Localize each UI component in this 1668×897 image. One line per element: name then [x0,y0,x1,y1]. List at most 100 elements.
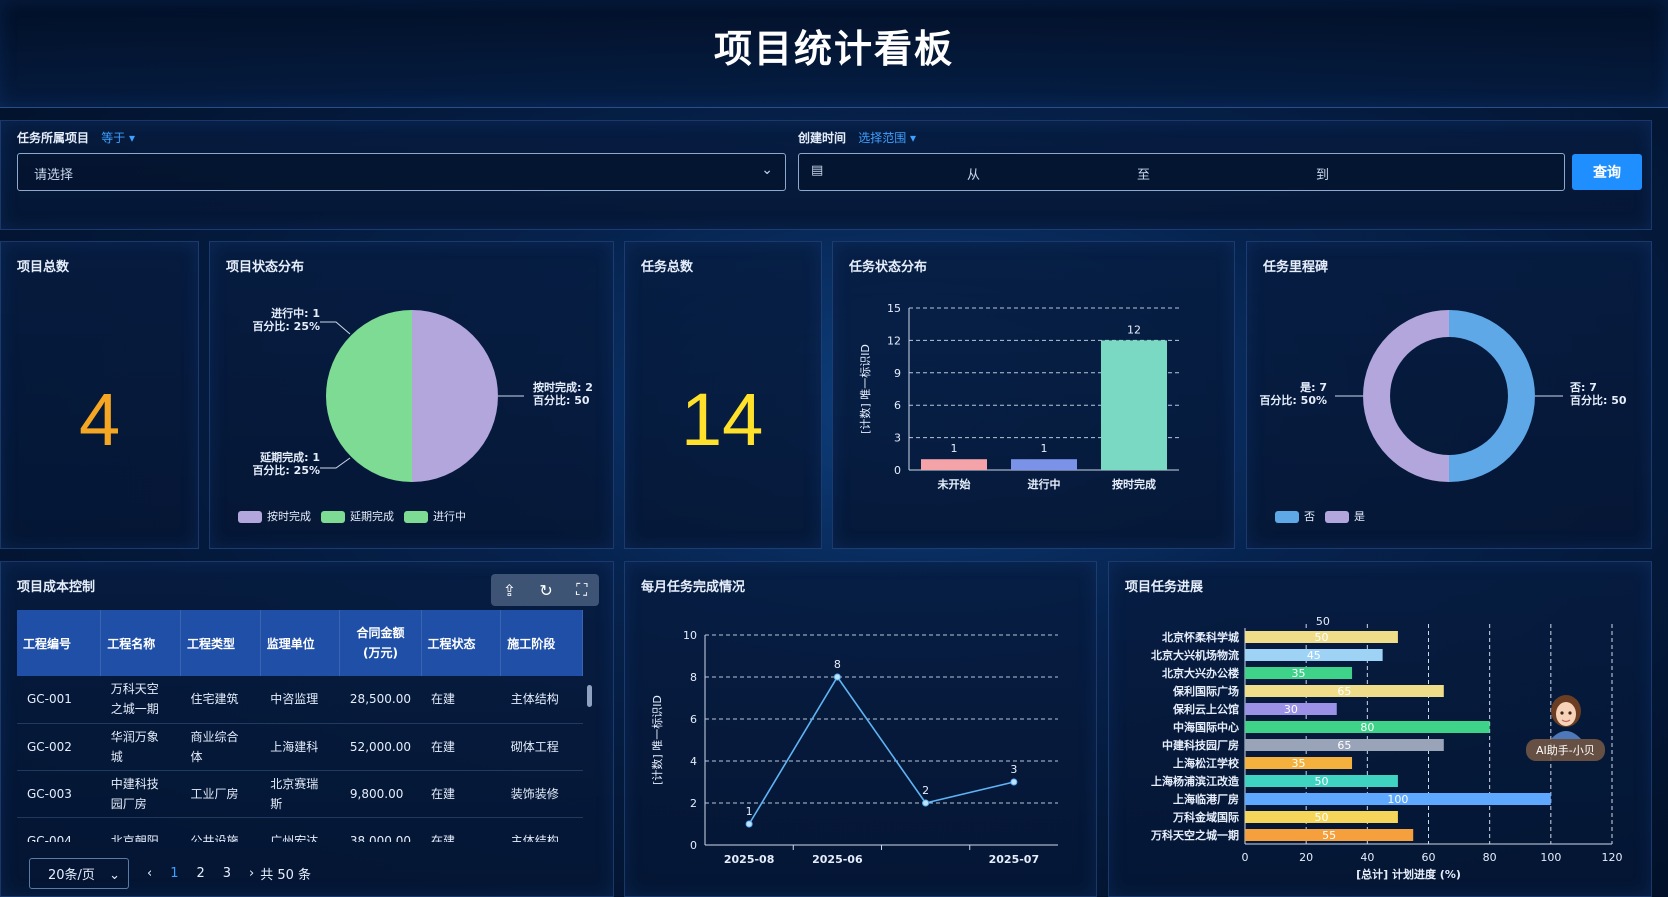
cell-name-line2: 之城一期 [110,702,159,717]
col-header-type[interactable]: 工程类型 [180,610,261,676]
range-start[interactable]: 从 [967,164,980,183]
pie-slice-on-time[interactable] [412,310,498,482]
cell-stage: 装饰装修 [500,770,583,818]
label-line [320,321,351,335]
legend-item-no[interactable]: 否 [1275,508,1315,524]
cell-supervisor: 中咨监理 [260,676,340,724]
project-total-card: 项目总数 4 [0,241,199,549]
col-header-supervisor[interactable]: 监理单位 [260,610,341,676]
cost-control-title: 项目成本控制 [17,580,96,595]
time-filter-operator[interactable]: 选择范围 ▾ [858,131,916,145]
cost-table-wrapper: 工程编号 工程名称 工程类型 监理单位 合同金额 (万元) 工程状态 施工阶段 G… [17,610,599,842]
refresh-icon[interactable]: ↻ [539,581,552,600]
table-row[interactable]: GC-002 华润万象城 商业综合体 上海建科 52,000.00 在建 砌体工… [17,723,583,771]
range-separator: 至 [1137,168,1151,183]
bar-value-label: 35 [1292,667,1306,680]
data-point [833,673,841,681]
legend-item-delayed[interactable]: 延期完成 [321,508,394,524]
cell-name-line1: 中建科技 [110,776,159,791]
project-total-value: 4 [79,378,121,461]
x-tick-label: 2025-06 [812,853,863,866]
prev-page-icon[interactable]: ‹ [147,866,152,881]
export-icon[interactable]: ⇪ [503,581,516,600]
x-tick-label: 40 [1360,851,1374,864]
y-tick-label: 万科金域国际 [1172,810,1239,824]
table-row[interactable]: GC-001 万科天空 之城一期 住宅建筑 中咨监理 28,500.00 在建 主… [17,676,583,724]
page-3[interactable]: 3 [223,866,231,881]
date-range-picker[interactable]: ▤ 从 至 到 [798,153,1565,191]
col-header-stage[interactable]: 施工阶段 [500,610,583,676]
cost-table: 工程编号 工程名称 工程类型 监理单位 合同金额 (万元) 工程状态 施工阶段 G… [17,610,583,842]
y-tick-label: 2 [690,797,697,810]
legend-label: 延期完成 [350,510,394,523]
legend-item-on-time[interactable]: 按时完成 [238,508,311,524]
x-tick-label: 120 [1602,851,1623,864]
assistant-avatar[interactable] [1545,693,1587,739]
y-tick-label: 3 [894,432,901,445]
project-filter-operator[interactable]: 等于 ▾ [101,131,135,145]
header-bar: 项目统计看板 [0,0,1668,108]
legend-swatch [1275,511,1299,523]
y-tick-label: 0 [894,464,901,477]
legend-label: 是 [1354,510,1365,523]
y-tick-label: 12 [887,334,901,347]
table-scrollbar[interactable] [587,685,592,707]
y-tick-label: 6 [894,399,901,412]
cell-id: GC-001 [17,676,101,724]
pagination: 20条/页 ⌄ ‹ 1 2 3 › 共 50 条 [29,858,311,889]
query-button[interactable]: 查询 [1572,154,1642,190]
data-label: 2 [922,784,929,797]
cell-stage: 主体结构 [500,817,583,842]
caret-down-icon: ▾ [129,131,136,145]
col-header-amount-line2: (万元) [362,646,398,660]
table-row[interactable]: GC-003 中建科技 园厂房 工业厂房 北京赛瑞斯 9,800.00 在建 装饰… [17,770,583,818]
project-total-title: 项目总数 [17,260,70,275]
page-1[interactable]: 1 [170,866,178,881]
project-filter-label-text: 任务所属项目 [17,131,90,145]
page-2[interactable]: 2 [196,866,204,881]
assistant-button[interactable]: AI助手-小贝 [1526,739,1605,761]
next-page-icon[interactable]: › [249,866,254,881]
table-row[interactable]: GC-004 北京朝阳 公共设施 广州宏达 38,000.00 在建 主体结构 [17,817,583,842]
col-header-amount[interactable]: 合同金额 (万元) [339,610,422,676]
y-tick-label: 上海临港厂房 [1173,792,1239,806]
legend-swatch [404,511,428,523]
range-end[interactable]: 到 [1316,164,1329,183]
total-count: 共 50 条 [260,868,312,883]
task-status-bar-chart: 0 3 6 9 12 15 [计数] 唯一标识ID 1 未开始 1 进行中 12 按时完成 [858,302,1179,491]
legend-item-in-progress[interactable]: 进行中 [404,508,466,524]
pie-slice-in-progress[interactable] [326,310,412,396]
monthly-line-chart: 0 2 4 6 8 10 [计数] 唯一标识ID 1 2025-08 8 2025-06 2 3 2025… [650,629,1058,866]
fullscreen-icon[interactable]: ⛶ [576,580,587,600]
legend-item-yes[interactable]: 是 [1325,508,1365,524]
table-header-row: 工程编号 工程名称 工程类型 监理单位 合同金额 (万元) 工程状态 施工阶段 [17,610,583,676]
col-header-status[interactable]: 工程状态 [421,610,502,676]
series-line [748,675,1015,825]
donut-slice-no[interactable] [1449,310,1535,482]
cell-supervisor-line2: 斯 [270,796,283,811]
cell-name-line1: 华润万象 [110,729,159,744]
pie-slice-delayed[interactable] [326,396,412,482]
legend-label: 进行中 [433,510,466,523]
task-status-card: 任务状态分布 0 3 6 9 12 15 [计数] 唯一标识ID 1 未开始 1 进行中 12 按时完成 [832,241,1235,549]
data-point [745,820,753,828]
cell-name: 万科天空 之城一期 [100,676,181,724]
caret-down-icon: ▾ [910,131,917,145]
col-header-name[interactable]: 工程名称 [100,610,181,676]
project-select[interactable]: 请选择 ⌄ [17,153,786,191]
pie-label-in-progress-count: 进行中: 1 [271,306,320,320]
pie-label-in-progress-percent: 百分比: 25% [252,319,320,333]
y-tick-label: 保利国际广场 [1172,684,1239,698]
x-tick-label: 0 [1242,851,1249,864]
x-tick-label: 未开始 [937,477,971,491]
bar-value-label: 30 [1284,703,1298,716]
project-filter-operator-text: 等于 [101,131,126,145]
donut-label-no-percent: 百分比: 50 [1570,393,1627,407]
y-tick-label: 上海杨浦滨江改造 [1151,774,1240,788]
bar-value-label: 65 [1337,739,1351,752]
page-size-select[interactable]: 20条/页 ⌄ [29,858,129,889]
col-header-id[interactable]: 工程编号 [17,610,102,676]
y-tick-label: 万科天空之城一期 [1150,828,1239,842]
donut-slice-yes[interactable] [1363,310,1449,482]
bar-value-label: 35 [1292,757,1306,770]
